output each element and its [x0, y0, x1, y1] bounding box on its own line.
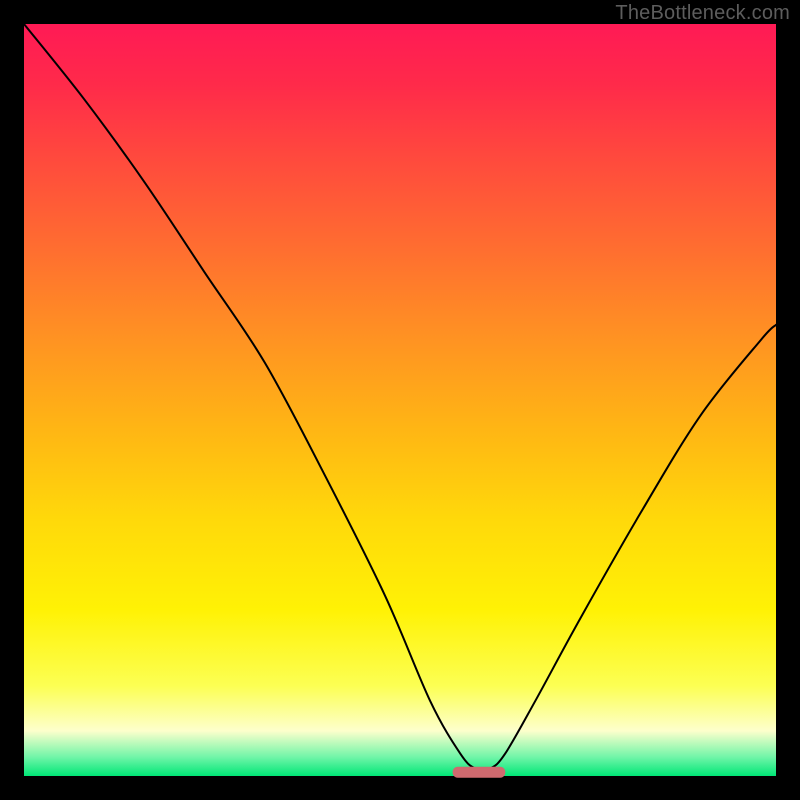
bottleneck-chart: TheBottleneck.com	[0, 0, 800, 800]
bottleneck-curve-path	[24, 24, 776, 770]
curve-overlay	[0, 0, 800, 800]
optimal-range-pill	[453, 767, 506, 778]
watermark-text: TheBottleneck.com	[615, 2, 790, 25]
